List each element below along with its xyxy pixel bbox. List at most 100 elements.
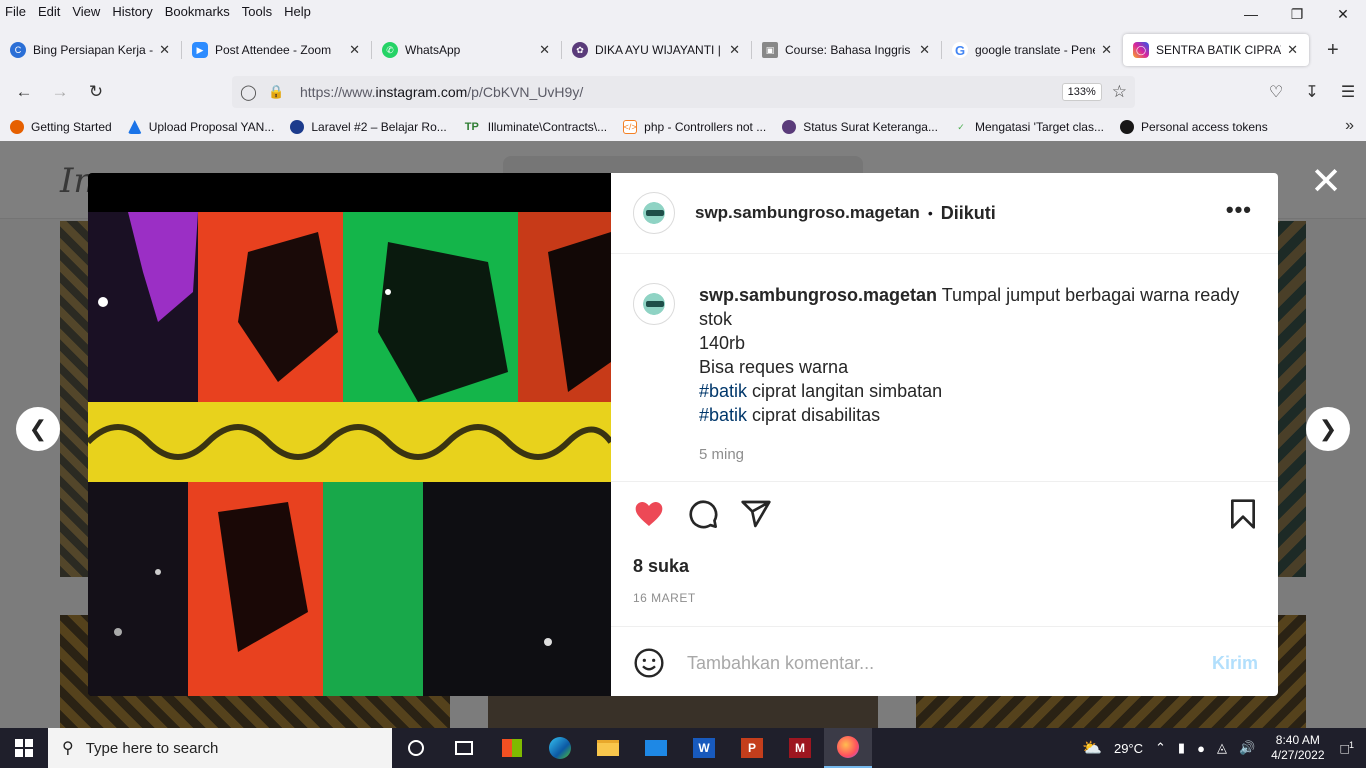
caption-username[interactable]: swp.sambungroso.magetan [699,285,937,305]
windows-logo-icon [15,739,33,757]
menu-help[interactable]: Help [278,4,317,19]
stackoverflow-icon: </> [623,120,638,134]
tab-whatsapp[interactable]: ✆ WhatsApp ✕ [372,34,561,66]
reload-icon[interactable]: ↻ [78,76,114,108]
bookmark-label: php - Controllers not ... [644,120,767,134]
follow-status-button[interactable]: Diikuti [941,203,996,224]
restore-icon[interactable]: ❐ [1274,0,1320,28]
address-bar[interactable]: ◯ 🔒 https://www.instagram.com/p/CbKVN_Uv… [232,76,1135,108]
zoom-level[interactable]: 133% [1061,83,1102,101]
emoji-icon[interactable] [633,647,665,679]
menu-tools[interactable]: Tools [236,4,278,19]
back-icon[interactable]: ← [6,76,42,108]
previous-post-button[interactable]: ❮ [16,407,60,451]
bookmark-item[interactable]: </> php - Controllers not ... [623,120,766,134]
firefox-taskbar-icon[interactable] [824,728,872,768]
post-username[interactable]: swp.sambungroso.magetan [695,203,920,223]
tab-google[interactable]: G google translate - Penelu ✕ [942,34,1123,66]
menu-edit[interactable]: Edit [32,4,66,19]
close-tab-icon[interactable]: ✕ [919,42,930,58]
bookmark-star-icon[interactable]: ☆ [1112,82,1127,102]
taskbar-search[interactable]: ⚲ Type here to search [48,728,392,768]
powerpoint-icon[interactable]: P [728,728,776,768]
share-icon[interactable] [740,498,772,530]
next-post-button[interactable]: ❯ [1306,407,1350,451]
like-count[interactable]: 8 suka [633,556,689,577]
bookmark-item[interactable]: Status Surat Keteranga... [782,120,938,134]
close-tab-icon[interactable]: ✕ [159,42,170,58]
menu-history[interactable]: History [106,4,158,19]
bookmark-icon[interactable] [1227,498,1259,530]
menu-view[interactable]: View [66,4,106,19]
chevron-left-icon: ❮ [28,416,48,441]
edge-icon[interactable] [536,728,584,768]
shield-icon[interactable]: ◯ [240,83,262,101]
weather-icon[interactable]: ⛅ [1082,738,1102,758]
battery-icon[interactable]: ▮ [1178,740,1185,756]
bookmark-item[interactable]: Laravel #2 – Belajar Ro... [290,120,447,134]
volume-icon[interactable]: 🔊 [1239,740,1255,756]
bookmark-item[interactable]: ✓ Mengatasi 'Target clas... [954,120,1104,134]
heart-icon[interactable] [633,498,665,530]
avatar[interactable] [633,283,675,325]
notification-icon[interactable]: □1 [1341,740,1354,757]
bookmark-item[interactable]: Personal access tokens [1120,120,1268,134]
tab-course[interactable]: ▣ Course: Bahasa Inggris Pe ✕ [752,34,941,66]
weather-temperature[interactable]: 29°C [1114,741,1143,756]
avatar[interactable] [633,192,675,234]
minimize-icon[interactable]: — [1228,0,1274,28]
bookmark-label: Mengatasi 'Target clas... [974,120,1104,134]
mail-icon[interactable] [632,728,680,768]
chevron-more-icon[interactable]: » [1345,117,1354,135]
more-options-icon[interactable]: ••• [1226,197,1252,223]
menu-file[interactable]: File [0,4,32,19]
close-tab-icon[interactable]: ✕ [729,42,740,58]
close-tab-icon[interactable]: ✕ [1287,42,1298,58]
webcam-icon[interactable]: ● [1197,741,1205,756]
tab-label: Bing Persiapan Kerja - Pr [33,43,154,57]
comment-input[interactable]: Tambahkan komentar... [687,653,1212,674]
post-media[interactable] [88,173,611,696]
forward-icon[interactable]: → [42,76,78,108]
close-tab-icon[interactable]: ✕ [1101,42,1112,58]
hashtag-link[interactable]: #batik [699,405,747,425]
mendeley-icon[interactable]: M [776,728,824,768]
clock-time: 8:40 AM [1275,733,1320,747]
menu-bookmarks[interactable]: Bookmarks [159,4,236,19]
cortana-icon[interactable] [392,728,440,768]
send-comment-button[interactable]: Kirim [1212,653,1258,674]
chevron-up-icon[interactable]: ⌃ [1155,740,1166,756]
store-icon[interactable] [488,728,536,768]
post-modal: swp.sambungroso.magetan • Diikuti ••• sw… [88,173,1278,696]
pocket-icon[interactable]: ♡ [1258,76,1294,108]
close-tab-icon[interactable]: ✕ [349,42,360,58]
navigation-bar: ← → ↻ ◯ 🔒 https://www.instagram.com/p/Cb… [0,72,1366,112]
tab-dika[interactable]: ✿ DIKA AYU WIJAYANTI | Sp ✕ [562,34,751,66]
bookmark-item[interactable]: Upload Proposal YAN... [127,120,274,134]
hashtag-link[interactable]: #batik [699,381,747,401]
clock[interactable]: 8:40 AM 4/27/2022 [1271,733,1324,763]
close-tab-icon[interactable]: ✕ [539,42,550,58]
bookmark-item[interactable]: Getting Started [10,120,112,134]
comment-icon[interactable] [687,498,719,530]
new-tab-icon[interactable]: + [1327,39,1339,62]
task-view-icon[interactable] [440,728,488,768]
bookmark-item[interactable]: TP Illuminate\Contracts\... [463,120,607,134]
post-details-panel: swp.sambungroso.magetan • Diikuti ••• sw… [611,173,1278,696]
word-icon[interactable]: W [680,728,728,768]
hamburger-menu-icon[interactable]: ☰ [1330,76,1366,108]
wifi-icon[interactable]: ◬ [1217,740,1227,756]
tab-zoom[interactable]: ▶ Post Attendee - Zoom ✕ [182,34,371,66]
zoom-icon: ▶ [192,42,208,58]
caption-timestamp[interactable]: 5 ming [699,443,1253,467]
download-icon[interactable]: ↧ [1294,76,1330,108]
tab-instagram[interactable]: ◯ SENTRA BATIK CIPRAT ✕ [1123,34,1309,66]
file-explorer-icon[interactable] [584,728,632,768]
url-text[interactable]: https://www.instagram.com/p/CbKVN_UvH9y/ [300,84,1062,100]
close-modal-icon[interactable]: ✕ [1310,163,1342,201]
close-window-icon[interactable]: ✕ [1320,0,1366,28]
start-button[interactable] [0,728,48,768]
tab-bing[interactable]: C Bing Persiapan Kerja - Pr ✕ [0,34,181,66]
lock-icon[interactable]: 🔒 [268,84,290,100]
post-date[interactable]: 16 MARET [633,591,696,605]
